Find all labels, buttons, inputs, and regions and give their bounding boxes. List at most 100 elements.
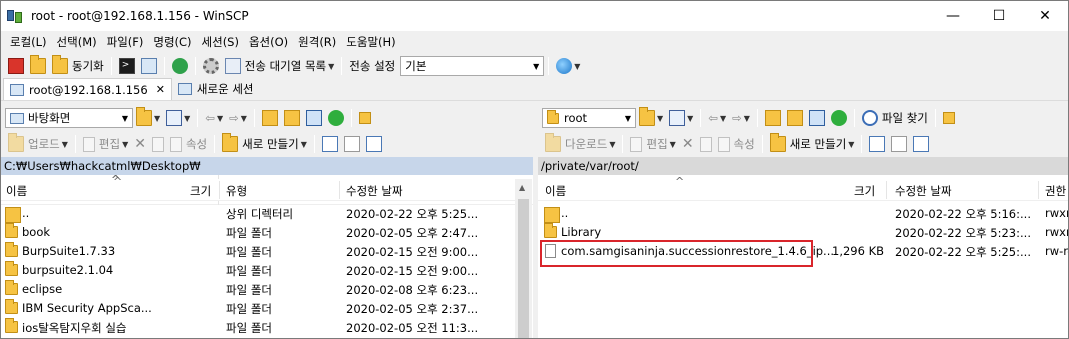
local-scrollbar[interactable]: ▲ (515, 179, 532, 338)
tab-session[interactable]: root@192.168.1.156 ✕ (3, 78, 172, 100)
menu-command[interactable]: 명령(C) (148, 31, 196, 53)
remote-unselect-button[interactable] (888, 133, 910, 155)
menu-select[interactable]: 선택(M) (52, 31, 102, 53)
remote-back-button[interactable]: ⇦ ▼ (705, 107, 729, 129)
local-new-button[interactable]: 새로 만들기 ▼ (219, 133, 310, 155)
maximize-button[interactable]: ☐ (976, 1, 1022, 31)
local-path[interactable]: C:₩Users₩hackcatml₩Desktop₩ (1, 157, 533, 175)
minimize-button[interactable]: — (930, 1, 976, 31)
remote-action-toolbar: 다운로드 ▼ 편집 ▼ ✕ 속성 새로 만들기 ▼ (538, 131, 1068, 157)
close-button[interactable]: ✕ (1022, 1, 1068, 31)
separator (622, 135, 624, 153)
scroll-up-icon[interactable]: ▲ (519, 183, 525, 192)
menu-file[interactable]: 파일(F) (102, 31, 149, 53)
remote-new-button[interactable]: 새로 만들기 ▼ (767, 133, 858, 155)
scrollbar-thumb[interactable] (518, 199, 529, 338)
upload-button[interactable]: 업로드 ▼ (5, 133, 71, 155)
list-item[interactable]: .. 상위 디렉터리 2020-02-22 오후 5:25... (1, 204, 516, 223)
transfer-settings-select[interactable]: 기본 ▼ (400, 56, 545, 76)
local-filter-select-button[interactable] (363, 133, 385, 155)
local-h-size[interactable]: 크기 (190, 183, 211, 199)
local-open-dir-button[interactable]: ▼ (133, 107, 163, 129)
find-files-button[interactable]: 파일 찾기 (859, 107, 931, 129)
file-name: IBM Security AppSca... (22, 301, 152, 315)
sites-button[interactable]: ▼ (553, 55, 583, 77)
remote-forward-button[interactable]: ⇨ ▼ (729, 107, 753, 129)
menu-options[interactable]: 옵션(O) (244, 31, 293, 53)
file-modified: 2020-02-05 오전 11:3... (346, 321, 479, 335)
local-drive-select[interactable]: 바탕화면 ▼ (5, 108, 133, 128)
list-item[interactable]: burpsuite2.1.04 파일 폴더 2020-02-15 오전 9:00… (1, 261, 516, 280)
menu-help[interactable]: 도움말(H) (341, 31, 400, 53)
file-type: 파일 폴더 (226, 245, 272, 259)
remote-delete-button[interactable]: ✕ (679, 133, 697, 155)
local-tree-button[interactable] (356, 107, 374, 129)
remote-root-button[interactable] (784, 107, 806, 129)
file-rights: rw-r- (1045, 244, 1069, 258)
console-button[interactable] (116, 55, 138, 77)
menu-remote[interactable]: 원격(R) (293, 31, 341, 53)
file-name: ios탈옥탐지우회 실습 (22, 321, 127, 335)
remote-filter-button[interactable]: ▼ (666, 107, 696, 129)
local-back-button[interactable]: ⇦ ▼ (202, 107, 226, 129)
list-item[interactable]: .. 2020-02-22 오후 5:16:... rwxr (538, 204, 1068, 223)
local-rename-button[interactable] (149, 133, 167, 155)
remote-refresh-button[interactable] (828, 107, 850, 129)
close-icon[interactable]: ✕ (156, 83, 165, 96)
remote-rename-button[interactable] (697, 133, 715, 155)
remote-tree-button[interactable] (940, 107, 958, 129)
local-unselect-button[interactable] (341, 133, 363, 155)
remote-h-rights[interactable]: 권한 (1045, 183, 1066, 199)
remote-dir-select[interactable]: root ▼ (542, 108, 636, 128)
remote-select-all-button[interactable] (866, 133, 888, 155)
local-delete-button[interactable]: ✕ (131, 133, 149, 155)
list-item[interactable]: book 파일 폴더 2020-02-05 오후 2:47... (1, 223, 516, 242)
local-refresh-button[interactable] (325, 107, 347, 129)
remote-h-size[interactable]: 크기 (854, 183, 875, 199)
folder-icon (5, 242, 18, 257)
menu-local[interactable]: 로컬(L) (5, 31, 52, 53)
menu-session[interactable]: 세션(S) (197, 31, 244, 53)
local-h-name[interactable]: 이름 (6, 183, 27, 199)
tab-session-label: root@192.168.1.156 (29, 82, 148, 97)
local-select-all-button[interactable] (319, 133, 341, 155)
refresh-toolbar-button[interactable] (169, 55, 191, 77)
file-name: BurpSuite1.7.33 (22, 244, 116, 258)
remote-properties-button[interactable]: 속성 (715, 133, 758, 155)
local-h-type[interactable]: 유형 (226, 183, 247, 199)
local-properties-button[interactable]: 속성 (167, 133, 210, 155)
download-button[interactable]: 다운로드 ▼ (542, 133, 618, 155)
separator (110, 57, 112, 75)
compare-directories-button[interactable] (5, 55, 27, 77)
queue-list-button[interactable]: 전송 대기열 목록 ▼ (222, 55, 338, 77)
remote-parent-button[interactable] (762, 107, 784, 129)
local-h-modified[interactable]: 수정한 날짜 (346, 183, 403, 199)
remote-home-button[interactable] (806, 107, 828, 129)
delete-icon: ✕ (681, 136, 694, 152)
putty-button[interactable] (138, 55, 160, 77)
preferences-button[interactable] (200, 55, 222, 77)
list-item[interactable]: IBM Security AppSca... 파일 폴더 2020-02-05 … (1, 299, 516, 318)
local-parent-button[interactable] (259, 107, 281, 129)
file-modified: 2020-02-22 오후 5:23:... (895, 226, 1031, 240)
tab-new-session[interactable]: 새로운 세션 (171, 78, 260, 100)
local-filter-button[interactable]: ▼ (163, 107, 193, 129)
console-icon (118, 58, 135, 74)
file-rights: rwxr (1045, 225, 1069, 239)
search-icon (861, 110, 878, 126)
list-item[interactable]: ios탈옥탐지우회 실습 파일 폴더 2020-02-05 오전 11:3... (1, 318, 516, 337)
remote-h-name[interactable]: 이름 (545, 183, 566, 199)
list-item[interactable]: BurpSuite1.7.33 파일 폴더 2020-02-15 오전 9:00… (1, 242, 516, 261)
remote-edit-button[interactable]: 편집 ▼ (627, 133, 678, 155)
remote-open-dir-button[interactable]: ▼ (636, 107, 666, 129)
remote-filter-select-button[interactable] (910, 133, 932, 155)
local-root-button[interactable] (281, 107, 303, 129)
local-edit-button[interactable]: 편집 ▼ (80, 133, 131, 155)
remote-path[interactable]: /private/var/root/ (538, 157, 1068, 175)
local-home-button[interactable] (303, 107, 325, 129)
list-item[interactable]: eclipse 파일 폴더 2020-02-08 오후 6:23... (1, 280, 516, 299)
synchronize-button[interactable]: 동기화 (49, 55, 107, 77)
synchronize-browsing-button[interactable] (27, 55, 49, 77)
remote-h-modified[interactable]: 수정한 날짜 (895, 183, 952, 199)
local-forward-button[interactable]: ⇨ ▼ (226, 107, 250, 129)
